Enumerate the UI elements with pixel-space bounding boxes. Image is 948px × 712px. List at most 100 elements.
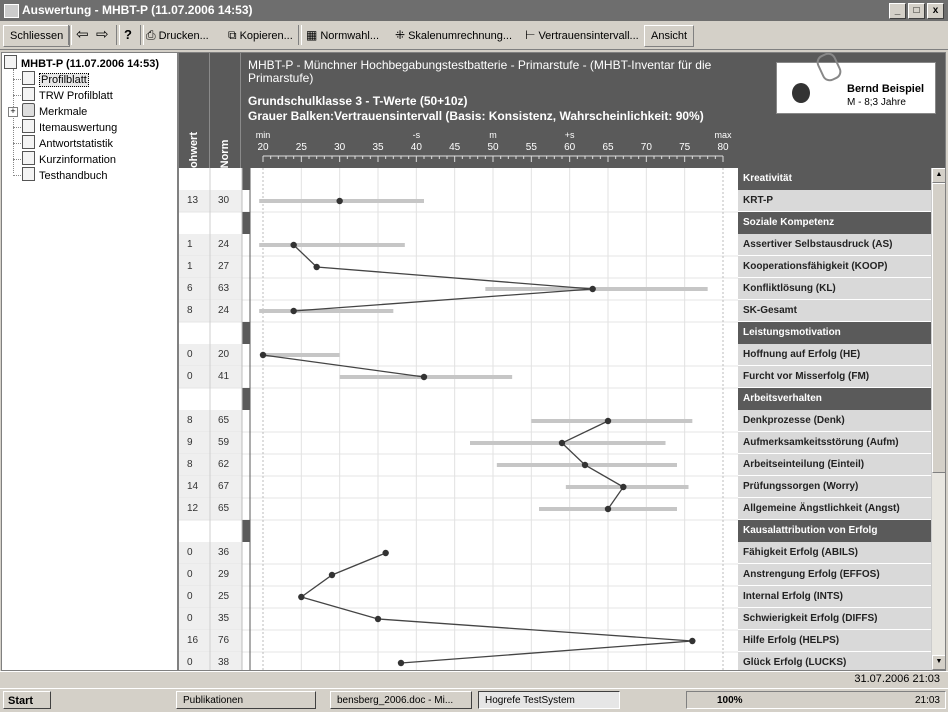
scroll-thumb[interactable] bbox=[932, 183, 945, 473]
norm-score: 29 bbox=[218, 569, 230, 580]
document-icon bbox=[22, 87, 35, 101]
scale-tick-label: 70 bbox=[641, 142, 653, 153]
scale-item-label[interactable]: Aufmerksamkeitsstörung (Aufm) bbox=[738, 432, 933, 454]
scale-item-label[interactable]: Hoffnung auf Erfolg (HE) bbox=[738, 344, 933, 366]
scale-item-label[interactable]: Kooperationsfähigkeit (KOOP) bbox=[738, 256, 933, 278]
print-button[interactable]: ⎙ Drucken... bbox=[146, 25, 209, 45]
scale-item-label[interactable]: Hilfe Erfolg (HELPS) bbox=[738, 630, 933, 652]
scale-item-label[interactable]: Arbeitseinteilung (Einteil) bbox=[738, 454, 933, 476]
norm-select-button[interactable]: ▦ Normwahl... bbox=[306, 25, 379, 45]
scale-item-label[interactable]: Furcht vor Misserfolg (FM) bbox=[738, 366, 933, 388]
scale-tick-label: 55 bbox=[526, 142, 538, 153]
norm-score: 25 bbox=[218, 591, 230, 602]
scale-marker-label: min bbox=[256, 130, 271, 140]
document-icon bbox=[22, 135, 35, 149]
status-bar: 31.07.2006 21:03 bbox=[0, 671, 948, 688]
task-label: Publikationen bbox=[183, 695, 244, 706]
tree-item-trw-profilblatt[interactable]: TRW Profilblatt bbox=[22, 87, 113, 103]
tree-root[interactable]: MHBT-P (11.07.2006 14:53) bbox=[4, 55, 159, 71]
profile-grid: Kreativität 13 30 KRT-P Soziale Kompetenz 1 24… bbox=[179, 168, 945, 670]
task-word-document[interactable]: bensberg_2006.doc - Mi... bbox=[330, 691, 472, 709]
back-arrow-icon[interactable]: ⇦ bbox=[76, 25, 89, 45]
tree-item-profilblatt[interactable]: Profilblatt bbox=[22, 71, 89, 87]
scale-item-label[interactable]: Konfliktlösung (KL) bbox=[738, 278, 933, 300]
scale-marker-label: +s bbox=[565, 130, 575, 140]
tree-item-label: Profilblatt bbox=[39, 73, 89, 87]
score-point bbox=[558, 439, 566, 447]
confidence-bar bbox=[531, 419, 693, 423]
raw-score: 0 bbox=[187, 657, 193, 668]
expand-icon[interactable]: + bbox=[8, 107, 18, 117]
person-avatar-icon bbox=[792, 83, 810, 103]
confidence-interval-button[interactable]: ⊢ Vertrauensintervall... bbox=[525, 25, 639, 45]
tree-item-itemauswertung[interactable]: Itemauswertung bbox=[22, 119, 117, 135]
scroll-down-button[interactable]: ▼ bbox=[932, 655, 945, 670]
score-point bbox=[581, 461, 589, 469]
norm-header-label: Norm bbox=[219, 139, 231, 169]
profile-header: MHBT-P - Münchner Hochbegabungstestbatte… bbox=[242, 53, 945, 168]
score-point bbox=[604, 417, 612, 425]
view-menu-button[interactable]: Ansicht bbox=[644, 25, 695, 47]
task-hogrefe-testsystem[interactable]: Hogrefe TestSystem bbox=[478, 691, 620, 709]
book-icon bbox=[22, 151, 35, 165]
tree-item-merkmale[interactable]: Merkmale bbox=[22, 103, 87, 119]
tree-item-kurzinformation[interactable]: Kurzinformation bbox=[22, 151, 116, 167]
start-button[interactable]: Start bbox=[3, 691, 51, 709]
scale-tick-label: 40 bbox=[411, 142, 423, 153]
norm-score: 38 bbox=[218, 657, 230, 668]
category-marker bbox=[242, 168, 250, 190]
zoom-level: 100% bbox=[717, 695, 743, 706]
interval-icon: ⊢ bbox=[525, 28, 536, 42]
table-icon: ▦ bbox=[306, 28, 318, 42]
confidence-bar bbox=[565, 485, 689, 489]
scale-item-label[interactable]: KRT-P bbox=[738, 190, 933, 212]
tree-root-label: MHBT-P (11.07.2006 14:53) bbox=[21, 58, 159, 70]
profile-subtitle: Grundschulklasse 3 - T-Werte (50+10z) bbox=[248, 94, 468, 108]
copy-icon: ⧉ bbox=[228, 28, 237, 42]
task-publikationen[interactable]: Publikationen bbox=[176, 691, 316, 709]
forward-arrow-icon[interactable]: ⇨ bbox=[96, 25, 109, 45]
tree-item-antwortstatistik[interactable]: Antwortstatistik bbox=[22, 135, 113, 151]
norm-score: 35 bbox=[218, 613, 230, 624]
raw-score: 16 bbox=[187, 635, 199, 646]
scale-item-label[interactable]: Prüfungssorgen (Worry) bbox=[738, 476, 933, 498]
scale-item-label[interactable]: Internal Erfolg (INTS) bbox=[738, 586, 933, 608]
scale-item-label[interactable]: Allgemeine Ängstlichkeit (Angst) bbox=[738, 498, 933, 520]
copy-button[interactable]: ⧉ Kopieren... bbox=[228, 25, 293, 45]
profile-panel: Rohwert Norm MHBT-P - Münchner Hochbegab… bbox=[178, 52, 946, 671]
close-button[interactable]: x bbox=[927, 3, 944, 19]
confidence-bar bbox=[485, 287, 708, 291]
scale-item-label[interactable]: Anstrengung Erfolg (EFFOS) bbox=[738, 564, 933, 586]
document-icon bbox=[22, 119, 35, 133]
app-icon bbox=[4, 4, 19, 18]
scale-item-label[interactable]: Assertiver Selbstausdruck (AS) bbox=[738, 234, 933, 256]
raw-score: 12 bbox=[187, 503, 199, 514]
norm-score: 27 bbox=[218, 261, 230, 272]
scale-item-label[interactable]: SK-Gesamt bbox=[738, 300, 933, 322]
score-point bbox=[290, 307, 297, 315]
tree-item-testhandbuch[interactable]: Testhandbuch bbox=[22, 167, 108, 183]
scale-item-label[interactable]: Denkprozesse (Denk) bbox=[738, 410, 933, 432]
maximize-button[interactable]: □ bbox=[908, 3, 925, 19]
layers-icon bbox=[22, 103, 35, 117]
title-bar: Auswertung - MHBT-P (11.07.2006 14:53) _… bbox=[0, 0, 948, 21]
system-tray: 100% 21:03 bbox=[686, 691, 946, 709]
scroll-up-button[interactable]: ▲ bbox=[932, 168, 945, 183]
norm-score: 76 bbox=[218, 635, 230, 646]
close-document-button[interactable]: Schliessen bbox=[3, 25, 71, 47]
scale-item-label[interactable]: Fähigkeit Erfolg (ABILS) bbox=[738, 542, 933, 564]
scale-item-label[interactable]: Glück Erfolg (LUCKS) bbox=[738, 652, 933, 670]
raw-score: 1 bbox=[187, 239, 193, 250]
minimize-button[interactable]: _ bbox=[889, 3, 906, 19]
help-icon[interactable]: ? bbox=[124, 25, 132, 45]
scale-convert-button[interactable]: ⁜ Skalenumrechnung... bbox=[395, 25, 512, 45]
paperclip-icon bbox=[814, 53, 844, 84]
confidence-bar bbox=[470, 441, 666, 445]
category-label: Soziale Kompetenz bbox=[738, 212, 933, 234]
norm-score: 65 bbox=[218, 415, 230, 426]
norm-score: 20 bbox=[218, 349, 230, 360]
vertical-scrollbar[interactable]: ▲ ▼ bbox=[931, 168, 945, 670]
scale-item-label[interactable]: Schwierigkeit Erfolg (DIFFS) bbox=[738, 608, 933, 630]
norm-score: 36 bbox=[218, 547, 230, 558]
clock: 21:03 bbox=[914, 695, 940, 706]
